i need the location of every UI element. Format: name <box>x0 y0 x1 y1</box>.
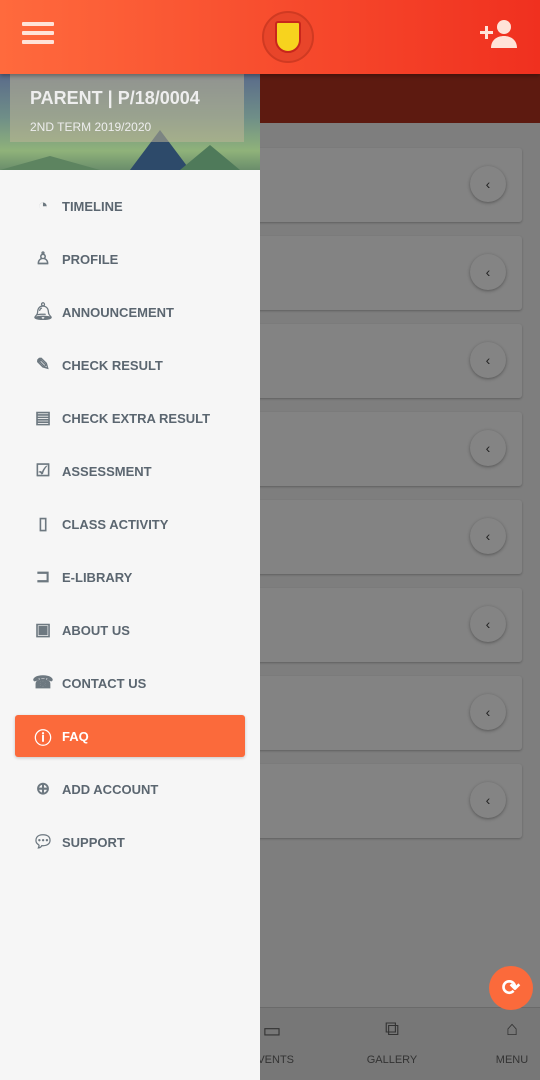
id-card-icon: ▣ <box>34 620 52 639</box>
chevron-left-icon[interactable]: ‹ <box>470 518 506 554</box>
nav-menu[interactable]: ⌂ MENU <box>472 1018 540 1066</box>
check-square-icon: ☑ <box>35 461 51 480</box>
crest-icon <box>275 21 301 53</box>
drawer-item-label: CHECK RESULT <box>62 357 163 373</box>
chevron-left-icon[interactable]: ‹ <box>470 606 506 642</box>
drawer-item-label: FAQ <box>62 728 89 744</box>
drawer-item-profile[interactable]: ♙ PROFILE <box>15 238 245 280</box>
newspaper-icon: ▤ <box>34 408 52 427</box>
drawer-item-timeline[interactable]: ◔ TIMELINE <box>15 185 245 227</box>
chevron-left-icon[interactable]: ‹ <box>470 782 506 818</box>
chevron-left-icon[interactable]: ‹ <box>470 342 506 378</box>
drawer-item-label: TIMELINE <box>62 198 123 214</box>
drawer-item-label: ANNOUNCEMENT <box>62 304 174 320</box>
edit-icon: ✎ <box>35 355 51 374</box>
drawer-item-assessment[interactable]: ☑ ASSESSMENT <box>15 450 245 492</box>
drawer-header: PARENT | P/18/0004 2ND TERM 2019/2020 <box>0 74 260 170</box>
profile-box: PARENT | P/18/0004 2ND TERM 2019/2020 <box>10 74 244 142</box>
list-card[interactable]: ‹ <box>240 500 522 574</box>
list-card[interactable]: ‹ <box>240 412 522 486</box>
drawer-item-add-account[interactable]: ⊕ ADD ACCOUNT <box>15 768 245 810</box>
nav-gallery[interactable]: ⧉ GALLERY <box>352 1018 432 1066</box>
list-card[interactable]: ‹ <box>240 588 522 662</box>
drawer-item-label: E-LIBRARY <box>62 569 133 585</box>
drawer-item-about-us[interactable]: ▣ ABOUT US <box>15 609 245 651</box>
info-circle-icon: ⓘ <box>34 728 52 748</box>
nav-label: GALLERY <box>366 1054 418 1066</box>
school-logo <box>262 11 314 63</box>
chevron-left-icon[interactable]: ‹ <box>470 430 506 466</box>
drawer-item-contact-us[interactable]: ☎ CONTACT US <box>15 662 245 704</box>
drawer-item-label: CONTACT US <box>62 675 147 691</box>
dashboard-icon: ◔ <box>37 196 49 215</box>
user-pin-icon: ♙ <box>35 249 51 268</box>
list-card[interactable]: ‹ <box>240 764 522 838</box>
list-card[interactable]: ‹ <box>240 236 522 310</box>
drawer-item-support[interactable]: 💬︎ SUPPORT <box>15 821 245 863</box>
hamburger-menu-icon[interactable] <box>22 22 54 46</box>
list-card[interactable]: ‹ <box>240 324 522 398</box>
home-icon: ⌂ <box>505 1018 519 1040</box>
chevron-left-icon[interactable]: ‹ <box>470 694 506 730</box>
plus-circle-icon: ⊕ <box>35 779 51 798</box>
comments-icon: 💬︎ <box>32 832 54 851</box>
chevron-left-icon[interactable]: ‹ <box>470 254 506 290</box>
profile-term: 2ND TERM 2019/2020 <box>30 120 152 134</box>
chevron-left-icon[interactable]: ‹ <box>470 166 506 202</box>
drawer-item-label: CLASS ACTIVITY <box>62 516 169 532</box>
add-user-icon[interactable] <box>478 18 518 50</box>
file-icon: ▯ <box>38 514 48 533</box>
drawer-item-class-activity[interactable]: ▯ CLASS ACTIVITY <box>15 503 245 545</box>
refresh-button[interactable]: ⟳ <box>489 966 533 1010</box>
folder-open-icon: ⊐ <box>35 567 51 586</box>
list-card[interactable]: ‹ <box>240 676 522 750</box>
drawer-item-label: ADD ACCOUNT <box>62 781 159 797</box>
drawer-item-check-extra-result[interactable]: ▤ CHECK EXTRA RESULT <box>15 397 245 439</box>
list-card[interactable]: ‹ <box>240 148 522 222</box>
drawer-item-check-result[interactable]: ✎ CHECK RESULT <box>15 344 245 386</box>
drawer-item-label: CHECK EXTRA RESULT <box>62 410 211 426</box>
bell-icon: 🔔︎ <box>32 302 54 321</box>
drawer-item-faq[interactable]: ⓘ FAQ <box>15 715 245 757</box>
profile-name: PARENT | P/18/0004 <box>30 88 200 108</box>
drawer-item-label: PROFILE <box>62 251 119 267</box>
navigation-drawer: PARENT | P/18/0004 2ND TERM 2019/2020 ◔ T… <box>0 74 260 1080</box>
phone-square-icon: ☎ <box>32 673 54 692</box>
drawer-item-label: SUPPORT <box>62 834 125 850</box>
drawer-item-label: ASSESSMENT <box>62 463 152 479</box>
nav-label: MENU <box>495 1054 529 1066</box>
drawer-item-announcement[interactable]: 🔔︎ ANNOUNCEMENT <box>15 291 245 333</box>
refresh-icon: ⟳ <box>501 975 521 1000</box>
drawer-item-label: ABOUT US <box>62 622 130 638</box>
image-icon: ⧉ <box>384 1018 400 1040</box>
app-header <box>0 0 540 74</box>
drawer-item-e-library[interactable]: ⊐ E-LIBRARY <box>15 556 245 598</box>
